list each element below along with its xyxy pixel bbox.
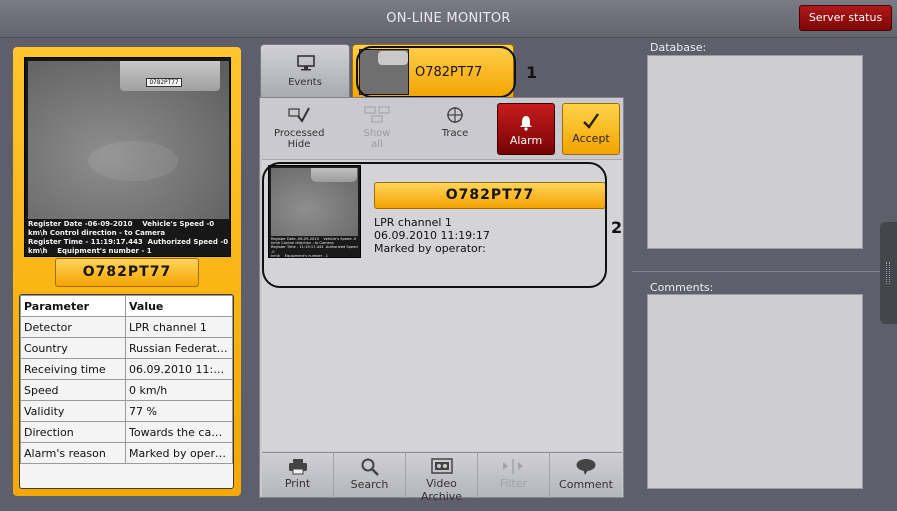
table-cell: Validity xyxy=(20,400,126,422)
table-cell: Country xyxy=(20,337,126,359)
window-title: ON-LINE MONITOR xyxy=(386,11,511,26)
server-status-button[interactable]: Server status xyxy=(799,5,892,31)
database-label: Database: xyxy=(650,41,707,54)
table-row: Country Russian Federati... xyxy=(20,337,233,359)
processed-check-icon xyxy=(288,107,310,123)
monitor-icon xyxy=(297,55,315,71)
table-cell: Receiving time xyxy=(20,358,126,380)
table-cell: 0 km/h xyxy=(125,379,233,401)
search-label: Search xyxy=(350,478,389,491)
search-button[interactable]: Search xyxy=(334,453,406,498)
table-row: Alarm's reason Marked by opera... xyxy=(20,442,233,464)
vehicle-detail-card: O782PT77 Register Date -06-09-2010 Vehic… xyxy=(13,47,241,496)
tab-events-label: Events xyxy=(288,77,322,88)
trace-button[interactable]: Trace xyxy=(430,106,480,139)
crosshair-icon xyxy=(447,107,463,123)
alarm-button[interactable]: Alarm xyxy=(497,103,555,155)
filter-button[interactable]: Filter xyxy=(478,453,550,498)
database-panel[interactable] xyxy=(647,55,863,249)
processed-hide-button[interactable]: Processed Hide xyxy=(274,106,324,150)
table-cell: Speed xyxy=(20,379,126,401)
filter-icon xyxy=(502,459,523,474)
camera-snapshot: O782PT77 Register Date -06-09-2010 Vehic… xyxy=(24,57,231,257)
table-cell: Russian Federati... xyxy=(125,337,233,359)
table-row: Detector LPR channel 1 xyxy=(20,316,233,338)
table-row: Direction Towards the cam... xyxy=(20,421,233,443)
title-bar: ON-LINE MONITOR Server status xyxy=(0,0,897,38)
grip-icon xyxy=(886,262,890,284)
column-header: Value xyxy=(125,295,233,317)
show-all-label: Show all xyxy=(363,128,391,150)
search-icon xyxy=(361,458,379,476)
side-panel-handle[interactable] xyxy=(880,222,897,324)
table-cell: Direction xyxy=(20,421,126,443)
snapshot-image: O782PT77 xyxy=(28,61,229,219)
table-cell: Towards the cam... xyxy=(125,421,233,443)
comment-button[interactable]: Comment xyxy=(550,453,622,498)
annotation-outline-2 xyxy=(262,162,607,288)
annotation-number-1: 1 xyxy=(526,63,538,82)
show-all-icon xyxy=(364,106,390,123)
show-all-button[interactable]: Show all xyxy=(352,106,402,150)
comments-label: Comments: xyxy=(650,281,714,294)
table-cell: 06.09.2010 11:1... xyxy=(125,358,233,380)
plate-number-button[interactable]: O782PT77 xyxy=(55,258,199,287)
table-cell: Alarm's reason xyxy=(20,442,126,464)
processed-hide-label: Processed Hide xyxy=(274,128,325,150)
table-cell: 77 % xyxy=(125,400,233,422)
comment-bubble-icon xyxy=(576,459,596,475)
table-row: Validity 77 % xyxy=(20,400,233,422)
video-archive-label: Video Archive xyxy=(420,477,463,503)
table-cell: LPR channel 1 xyxy=(125,316,233,338)
snapshot-overlay-text: Register Date -06-09-2010 Vehicle's Spee… xyxy=(28,220,229,255)
table-cell: Marked by opera... xyxy=(125,442,233,464)
bottom-toolbar: Print Search Video Archive Filter Commen… xyxy=(262,452,622,503)
column-header: Parameter xyxy=(20,295,126,317)
snapshot-plate: O782PT77 xyxy=(146,78,182,87)
print-button[interactable]: Print xyxy=(262,453,334,498)
parameters-table: Parameter Value Detector LPR channel 1 C… xyxy=(19,294,234,489)
trace-label: Trace xyxy=(441,128,469,139)
accept-button[interactable]: Accept xyxy=(562,103,620,155)
accept-label: Accept xyxy=(572,132,610,145)
table-header-row: Parameter Value xyxy=(20,295,233,317)
print-label: Print xyxy=(284,477,311,490)
video-archive-button[interactable]: Video Archive xyxy=(406,453,478,503)
table-row: Speed 0 km/h xyxy=(20,379,233,401)
table-row: Receiving time 06.09.2010 11:1... xyxy=(20,358,233,380)
bell-icon xyxy=(520,116,532,131)
tab-events[interactable]: Events xyxy=(260,44,350,98)
checkmark-icon xyxy=(583,113,599,129)
comments-input[interactable] xyxy=(647,294,863,489)
annotation-number-2: 2 xyxy=(611,218,623,237)
video-archive-icon xyxy=(430,458,453,474)
annotation-outline-1 xyxy=(356,46,516,98)
table-cell: Detector xyxy=(20,316,126,338)
alarm-label: Alarm xyxy=(509,134,543,147)
comment-label: Comment xyxy=(559,478,613,491)
right-divider xyxy=(632,271,897,272)
events-panel: Processed Hide Show all Trace Alarm Acce… xyxy=(259,97,624,503)
filter-label: Filter xyxy=(499,477,528,490)
printer-icon xyxy=(288,459,307,475)
